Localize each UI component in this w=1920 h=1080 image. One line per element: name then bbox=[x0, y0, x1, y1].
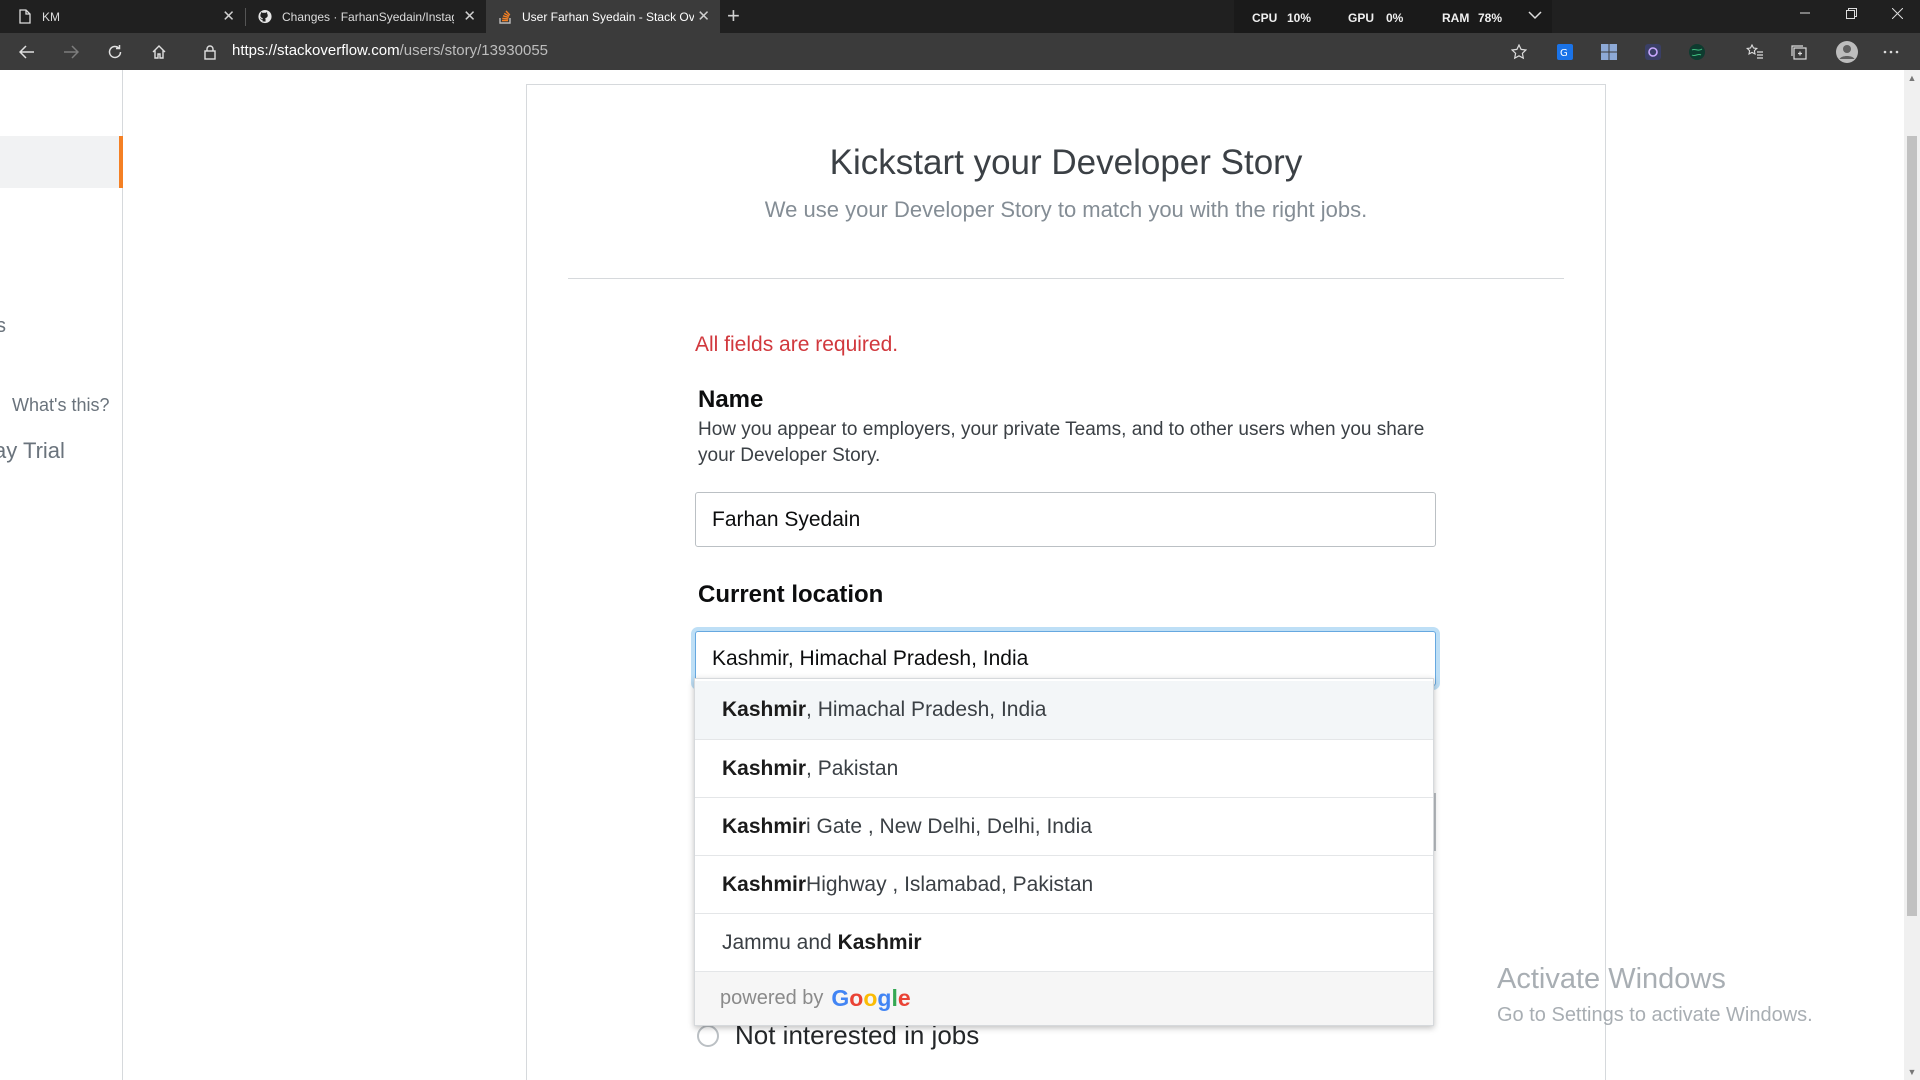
google-logo: Google bbox=[831, 985, 911, 1011]
left-sidebar: s What's this? ay Trial bbox=[0, 70, 123, 1080]
collections-icon[interactable] bbox=[1788, 41, 1810, 63]
ram-value: 78% bbox=[1478, 11, 1503, 25]
sidebar-text-fragment: s bbox=[0, 315, 6, 337]
option-text: i Gate , New Delhi, Delhi, India bbox=[806, 814, 1092, 838]
page-scrollbar[interactable]: ▲ ▼ bbox=[1904, 70, 1920, 1080]
new-tab-icon[interactable]: + bbox=[727, 3, 740, 29]
extension-o-icon[interactable] bbox=[1642, 41, 1664, 63]
document-icon bbox=[18, 9, 32, 25]
activate-windows-watermark: Activate Windows Go to Settings to activ… bbox=[1497, 963, 1813, 1027]
favorite-star-icon[interactable] bbox=[1508, 41, 1530, 63]
tab-bar: KM ✕ Changes · FarhanSyedain/Instagr ✕ U… bbox=[0, 0, 1920, 37]
match-text: Kashmir bbox=[722, 756, 807, 780]
gpu-label: GPU bbox=[1348, 11, 1375, 25]
autocomplete-option[interactable]: Kashmir Highway , Islamabad, Pakistan bbox=[695, 855, 1433, 913]
stackoverflow-icon bbox=[498, 9, 512, 25]
page-title: Kickstart your Developer Story bbox=[829, 143, 1303, 182]
url-path: /users/story/13930055 bbox=[399, 42, 549, 59]
page-subtitle: We use your Developer Story to match you… bbox=[764, 197, 1368, 222]
scrollbar-thumb[interactable] bbox=[1907, 136, 1917, 916]
extension-grid-icon[interactable] bbox=[1598, 41, 1620, 63]
radio-button[interactable] bbox=[697, 1024, 719, 1047]
sidebar-selected-item[interactable] bbox=[0, 136, 123, 188]
tab-title: KM bbox=[42, 9, 60, 24]
ram-label: RAM bbox=[1442, 11, 1470, 25]
lock-icon[interactable] bbox=[196, 38, 224, 66]
powered-by-text: powered by bbox=[720, 987, 824, 1009]
tab-github[interactable]: Changes · FarhanSyedain/Instagr ✕ bbox=[246, 0, 486, 33]
hidden-field-edge bbox=[1434, 793, 1436, 851]
match-text: Kashmir bbox=[837, 930, 922, 954]
back-icon[interactable] bbox=[13, 38, 41, 66]
option-text: , Pakistan bbox=[806, 756, 899, 780]
address-bar: https://stackoverflow.com/users/story/13… bbox=[0, 33, 1920, 70]
trial-link[interactable]: ay Trial bbox=[0, 438, 65, 464]
location-autocomplete: Kashmir , Himachal Pradesh, India Kashmi… bbox=[694, 678, 1434, 1026]
gpu-value: 0% bbox=[1386, 11, 1404, 25]
close-window-icon[interactable] bbox=[1874, 0, 1920, 26]
more-options-icon[interactable] bbox=[1880, 41, 1902, 63]
scroll-down-icon[interactable]: ▼ bbox=[1904, 1064, 1920, 1080]
option-text: , Himachal Pradesh, India bbox=[806, 698, 1047, 721]
url-host: https://stackoverflow.com bbox=[232, 42, 400, 59]
github-icon bbox=[258, 9, 272, 25]
match-text: Kashmir bbox=[722, 698, 807, 721]
autocomplete-option[interactable]: Kashmir , Pakistan bbox=[695, 739, 1433, 797]
name-description: How you appear to employers, your privat… bbox=[698, 419, 1425, 466]
powered-by-google: powered by Google bbox=[695, 971, 1433, 1025]
home-icon[interactable] bbox=[145, 38, 173, 66]
scroll-up-icon[interactable]: ▲ bbox=[1904, 70, 1920, 86]
performance-overlay: CPU 10% GPU 0% RAM 78% bbox=[1234, 0, 1552, 37]
match-text: Kashmir bbox=[722, 814, 807, 838]
tab-km[interactable]: KM ✕ bbox=[0, 0, 245, 33]
translate-extension-icon[interactable]: G bbox=[1554, 41, 1576, 63]
url-field[interactable]: https://stackoverflow.com/users/story/13… bbox=[232, 42, 548, 59]
cpu-label: CPU bbox=[1252, 11, 1278, 25]
autocomplete-option[interactable]: Kashmir , Himachal Pradesh, India bbox=[695, 681, 1433, 739]
autocomplete-option[interactable]: Kashmir i Gate , New Delhi, Delhi, India bbox=[695, 797, 1433, 855]
tab-title: Changes · FarhanSyedain/Instagr bbox=[282, 9, 454, 24]
chevron-down-icon[interactable] bbox=[1528, 9, 1542, 23]
required-notice: All fields are required. bbox=[695, 333, 899, 356]
close-icon[interactable]: ✕ bbox=[463, 9, 476, 24]
divider bbox=[568, 278, 1564, 279]
profile-avatar-icon[interactable] bbox=[1834, 39, 1860, 65]
tab-stackoverflow[interactable]: User Farhan Syedain - Stack Ove ✕ bbox=[486, 0, 720, 33]
match-text: Kashmir bbox=[722, 872, 807, 896]
forward-icon[interactable] bbox=[57, 38, 85, 66]
name-input[interactable] bbox=[695, 492, 1436, 547]
svg-text:G: G bbox=[1560, 48, 1568, 59]
restore-icon[interactable] bbox=[1828, 0, 1874, 26]
minimize-icon[interactable] bbox=[1782, 0, 1828, 26]
favorites-icon[interactable] bbox=[1744, 41, 1766, 63]
autocomplete-option[interactable]: Jammu and Kashmir bbox=[695, 913, 1433, 971]
name-label: Name bbox=[698, 386, 764, 413]
extension-globe-icon[interactable] bbox=[1686, 41, 1708, 63]
cpu-value: 10% bbox=[1287, 11, 1312, 25]
option-text: Highway , Islamabad, Pakistan bbox=[806, 872, 1094, 896]
refresh-icon[interactable] bbox=[101, 38, 129, 66]
close-icon[interactable]: ✕ bbox=[222, 9, 235, 24]
location-label: Current location bbox=[698, 581, 884, 608]
watermark-title: Activate Windows bbox=[1497, 963, 1726, 995]
tab-title: User Farhan Syedain - Stack Ove bbox=[522, 9, 694, 24]
watermark-subtitle: Go to Settings to activate Windows. bbox=[1497, 1004, 1813, 1026]
option-text: Jammu and bbox=[722, 930, 832, 954]
whats-this-link[interactable]: What's this? bbox=[12, 395, 109, 416]
close-icon[interactable]: ✕ bbox=[697, 9, 710, 24]
